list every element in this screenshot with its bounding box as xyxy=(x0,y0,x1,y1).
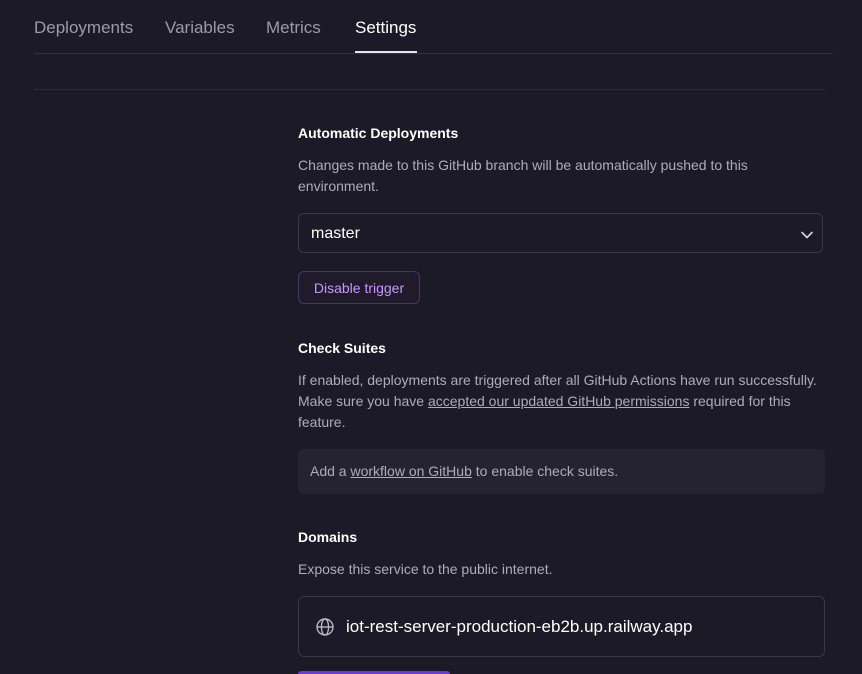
tab-bar: Deployments Variables Metrics Settings xyxy=(34,0,833,54)
tab-variables[interactable]: Variables xyxy=(165,18,235,38)
auto-deploy-description: Changes made to this GitHub branch will … xyxy=(298,157,748,194)
check-suites-title: Check Suites xyxy=(298,340,386,356)
check-suites-description: If enabled, deployments are triggered af… xyxy=(298,370,818,433)
tab-settings[interactable]: Settings xyxy=(355,18,416,38)
active-tab-indicator xyxy=(355,51,417,53)
note-text: Add a xyxy=(310,463,351,479)
domains-description: Expose this service to the public intern… xyxy=(298,561,553,577)
workflow-github-link[interactable]: workflow on GitHub xyxy=(350,463,471,479)
disable-trigger-button[interactable]: Disable trigger xyxy=(298,271,420,304)
note-text-end: to enable check suites. xyxy=(471,463,619,479)
github-permissions-link[interactable]: accepted our updated GitHub permissions xyxy=(428,393,689,409)
chevron-down-icon xyxy=(801,231,813,239)
branch-select-value: master xyxy=(311,225,360,242)
domains-title: Domains xyxy=(298,529,358,545)
branch-select[interactable]: master xyxy=(298,213,823,253)
tab-metrics[interactable]: Metrics xyxy=(266,18,321,38)
auto-deploy-title: Automatic Deployments xyxy=(298,125,459,141)
domain-item: iot-rest-server-production-eb2b.up.railw… xyxy=(298,596,825,657)
globe-icon xyxy=(316,618,334,636)
check-suites-note: Add a workflow on GitHub to enable check… xyxy=(298,449,825,494)
section-divider xyxy=(34,89,825,90)
domain-link[interactable]: iot-rest-server-production-eb2b.up.railw… xyxy=(346,617,692,637)
tab-deployments[interactable]: Deployments xyxy=(34,18,133,38)
